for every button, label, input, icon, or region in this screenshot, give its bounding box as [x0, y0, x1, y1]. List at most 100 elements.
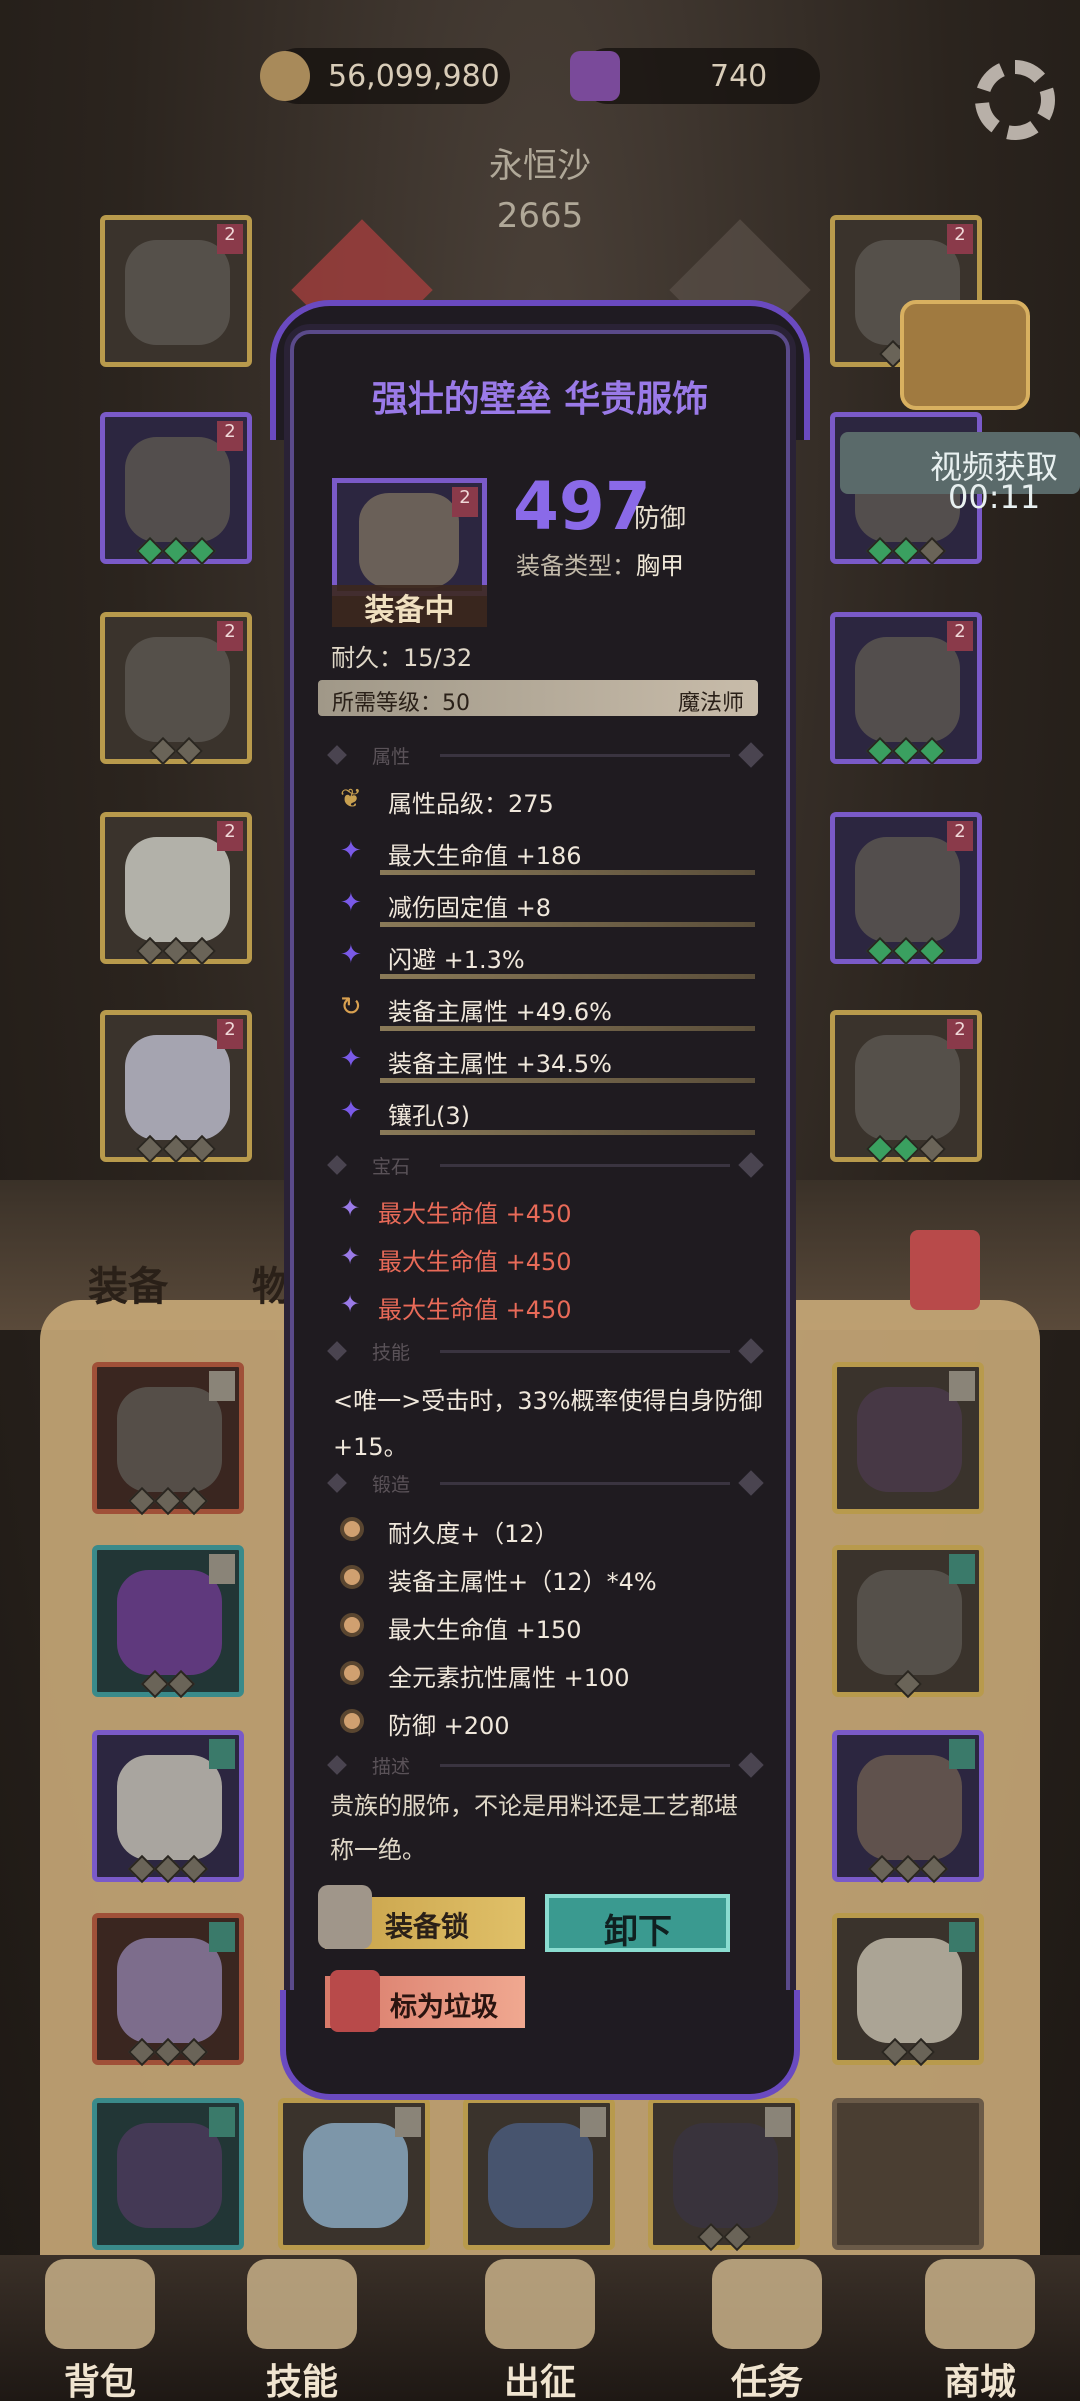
- nav-label: 出征: [503, 2362, 576, 2401]
- padlock-icon: [318, 1885, 372, 1949]
- equipped-label: 装备中: [332, 585, 487, 628]
- forge-text: 防御 +200: [388, 1712, 510, 1740]
- required-level: 所需等级：50: [332, 691, 470, 716]
- forge-dot-icon: [340, 1565, 364, 1589]
- robe-icon: [857, 1938, 962, 2043]
- sparkle-icon: ✦: [340, 888, 362, 918]
- equip-lock-label: 装备锁: [385, 1910, 470, 1943]
- nav-expedition[interactable]: 出征: [450, 2255, 630, 2401]
- attribute-rule: [380, 1026, 755, 1031]
- section-title: 锻造: [372, 1474, 411, 1496]
- helmet-icon: [117, 1570, 222, 1675]
- section-header-attributes: 属性: [330, 742, 760, 768]
- inventory-slot[interactable]: [278, 2098, 430, 2250]
- forge-dot-icon: [340, 1613, 364, 1637]
- equip-slot-weapon[interactable]: 2: [830, 812, 982, 966]
- gold-amount: 56,099,980: [328, 58, 500, 94]
- inventory-slot[interactable]: [92, 1730, 244, 1884]
- inventory-slot[interactable]: [832, 1730, 984, 1884]
- upgrade-icon: [949, 1922, 975, 1952]
- bottom-nav: 背包 技能 出征 任务 商城: [0, 2255, 1080, 2401]
- coin-icon: [260, 51, 310, 101]
- lock-icon: [765, 2107, 791, 2137]
- lock-icon: [209, 1554, 235, 1584]
- inventory-slot[interactable]: [463, 2098, 615, 2250]
- crystal-icon: [570, 51, 620, 101]
- nav-label: 商城: [943, 2362, 1016, 2401]
- robe-icon: [359, 493, 459, 588]
- nav-shop[interactable]: 商城: [890, 2255, 1070, 2401]
- hero-name: 永恒沙: [489, 146, 591, 186]
- item-type-label: 装备类型：: [516, 552, 636, 580]
- section-header-skill: 技能: [330, 1338, 760, 1364]
- nav-skills[interactable]: 技能: [212, 2255, 392, 2401]
- required-class: 魔法师: [677, 691, 744, 716]
- inventory-slot[interactable]: [832, 1362, 984, 1514]
- settings-gear-icon[interactable]: [975, 60, 1055, 140]
- inventory-slot[interactable]: [92, 1545, 244, 1699]
- section-header-gems: 宝石: [330, 1152, 760, 1178]
- helmet-icon: [125, 240, 230, 345]
- attribute-text: 属性品级：275: [388, 790, 554, 818]
- requirement-bar: 所需等级：50 魔法师: [318, 680, 758, 716]
- attribute-text: 最大生命值 +186: [388, 842, 582, 870]
- equip-slot-chest[interactable]: 2: [100, 412, 252, 566]
- treasure-chest-icon[interactable]: [900, 300, 1030, 410]
- nav-bag[interactable]: 背包: [10, 2255, 190, 2401]
- equip-slot-helmet[interactable]: 2: [100, 215, 252, 367]
- inventory-slot-empty[interactable]: [832, 2098, 984, 2250]
- tier-badge: 2: [217, 821, 243, 851]
- inventory-slot[interactable]: [648, 2098, 800, 2252]
- gauntlet-icon: [125, 637, 230, 742]
- spellbook-icon: [855, 1035, 960, 1140]
- attribute-text: 装备主属性 +49.6%: [388, 998, 612, 1026]
- inventory-slot[interactable]: [92, 2098, 244, 2250]
- sparkle-icon: ✦: [340, 1044, 362, 1074]
- inventory-slot[interactable]: [832, 1545, 984, 1699]
- attribute-rule: [380, 870, 755, 875]
- attribute-text: 减伤固定值 +8: [388, 894, 552, 922]
- equip-slot-ring[interactable]: 2: [830, 612, 982, 766]
- forge-dot-icon: [340, 1517, 364, 1541]
- tier-badge: 2: [217, 1019, 243, 1049]
- section-title: 属性: [372, 746, 411, 768]
- gloves-icon: [857, 1755, 962, 1860]
- upgrade-icon: [949, 1554, 975, 1584]
- tier-badge: 2: [947, 224, 973, 254]
- helmet-icon: [857, 1570, 962, 1675]
- pants-icon: [125, 837, 230, 942]
- item-type-value: 胸甲: [636, 552, 684, 580]
- upgrade-icon: [949, 1739, 975, 1769]
- attribute-text: 装备主属性 +34.5%: [388, 1050, 612, 1078]
- video-timer: 00:11: [948, 478, 1041, 516]
- lock-icon: [395, 2107, 421, 2137]
- ring-icon: [855, 637, 960, 742]
- skill-book-icon: [247, 2259, 357, 2349]
- staff-icon: [857, 1387, 962, 1492]
- nav-label: 技能: [265, 2362, 338, 2401]
- equip-slot-pants[interactable]: 2: [100, 812, 252, 966]
- tab-equipment[interactable]: 装备: [88, 1254, 168, 1312]
- trash-bin-icon[interactable]: [910, 1230, 980, 1310]
- nav-quests[interactable]: 任务: [677, 2255, 857, 2401]
- forge-dot-icon: [340, 1661, 364, 1685]
- gloves-icon: [673, 2123, 778, 2228]
- equip-slot-offhand[interactable]: 2: [830, 1010, 982, 1164]
- inventory-slot[interactable]: [92, 1913, 244, 2067]
- item-durability: 耐久：15/32: [331, 644, 473, 672]
- unequip-button[interactable]: 卸下: [545, 1894, 730, 1952]
- mark-as-junk-label: 标为垃圾: [390, 1992, 498, 2023]
- item-main-value: 497: [513, 468, 651, 545]
- inventory-slot[interactable]: [92, 1362, 244, 1516]
- forge-text: 最大生命值 +150: [388, 1616, 582, 1644]
- equip-slot-boots[interactable]: 2: [100, 1010, 252, 1164]
- section-header-description: 描述: [330, 1752, 760, 1778]
- item-type: 装备类型：胸甲: [516, 546, 684, 581]
- attribute-text: 镶孔(3): [388, 1102, 470, 1130]
- item-portrait: 2: [332, 478, 487, 596]
- nav-label: 背包: [63, 2362, 136, 2401]
- equip-slot-gloves[interactable]: 2: [100, 612, 252, 766]
- sparkle-icon: ✦: [340, 836, 362, 866]
- inventory-slot[interactable]: [832, 1913, 984, 2067]
- gem-text: 最大生命值 +450: [378, 1248, 572, 1276]
